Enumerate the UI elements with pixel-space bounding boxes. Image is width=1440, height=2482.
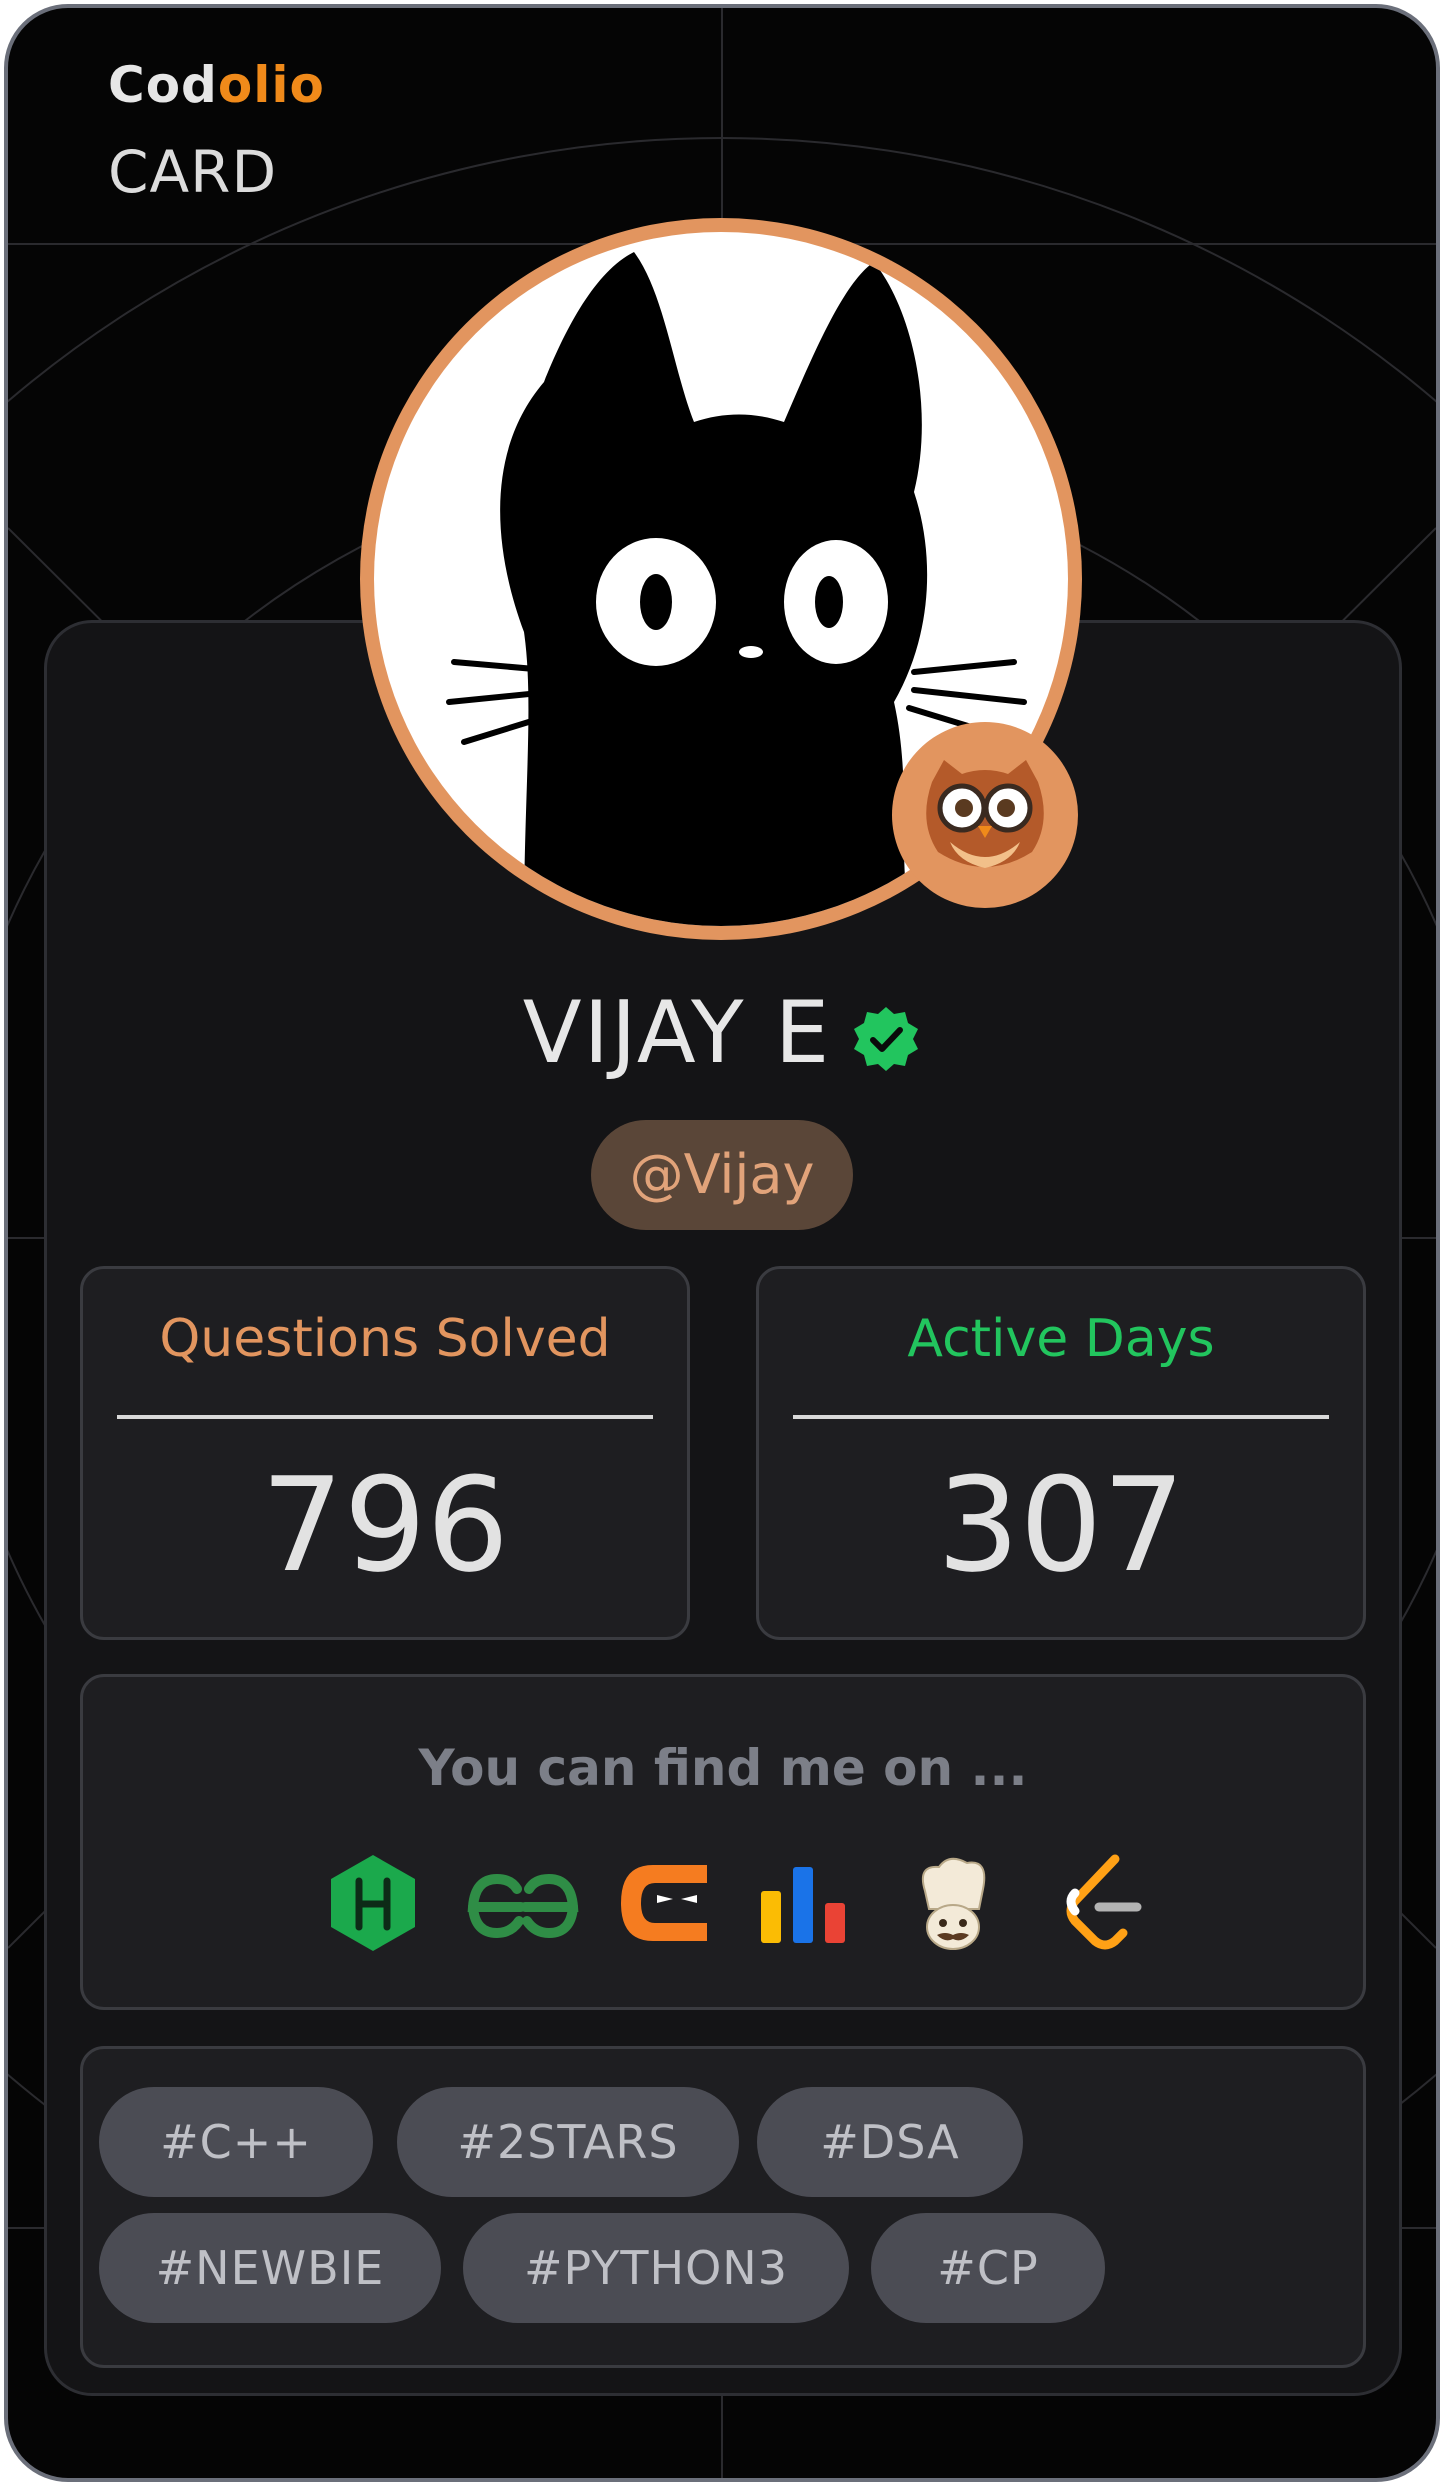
stat-active-days: Active Days 307 bbox=[756, 1266, 1366, 1640]
codestudio-icon[interactable] bbox=[613, 1851, 713, 1955]
stat-value: 796 bbox=[260, 1449, 510, 1601]
tags-panel: #C++ #2STARS #DSA #NEWBIE #PYTHON3 #CP bbox=[80, 2046, 1366, 2368]
brand-name-part1: Cod bbox=[108, 56, 218, 114]
tag-chip[interactable]: #2STARS bbox=[397, 2087, 739, 2197]
interviewbit-icon[interactable] bbox=[753, 1851, 853, 1955]
tag-chip[interactable]: #NEWBIE bbox=[99, 2213, 441, 2323]
brand-subtitle: CARD bbox=[108, 138, 278, 206]
brand-logo: Codolio bbox=[108, 56, 325, 114]
tag-chip[interactable]: #PYTHON3 bbox=[463, 2213, 849, 2323]
platforms-title: You can find me on ... bbox=[418, 1739, 1028, 1797]
hackerrank-icon[interactable] bbox=[323, 1851, 423, 1955]
user-name: VIJAY E bbox=[522, 983, 832, 1083]
stat-value: 307 bbox=[936, 1449, 1186, 1601]
tag-chip[interactable]: #DSA bbox=[757, 2087, 1023, 2197]
platform-icons bbox=[83, 1851, 1363, 1961]
stat-questions-solved: Questions Solved 796 bbox=[80, 1266, 690, 1640]
stat-label: Active Days bbox=[907, 1309, 1215, 1369]
brand-name-part2: olio bbox=[217, 56, 325, 114]
owl-badge bbox=[892, 722, 1078, 908]
platforms-panel: You can find me on ... bbox=[80, 1674, 1366, 2010]
stat-label: Questions Solved bbox=[159, 1309, 611, 1369]
user-name-row: VIJAY E bbox=[8, 983, 1436, 1083]
verified-check-icon bbox=[854, 1006, 919, 1071]
owl-icon bbox=[926, 760, 1044, 868]
leetcode-icon[interactable] bbox=[1053, 1851, 1153, 1955]
tag-chip[interactable]: #CP bbox=[871, 2213, 1105, 2323]
tag-chip[interactable]: #C++ bbox=[99, 2087, 373, 2197]
geeksforgeeks-icon[interactable] bbox=[463, 1851, 583, 1955]
codechef-icon[interactable] bbox=[903, 1851, 1003, 1955]
profile-card: Codolio CARD VIJAY E @Vijay Questions So… bbox=[4, 4, 1440, 2482]
user-handle[interactable]: @Vijay bbox=[591, 1120, 853, 1230]
divider bbox=[117, 1415, 653, 1419]
divider bbox=[793, 1415, 1329, 1419]
